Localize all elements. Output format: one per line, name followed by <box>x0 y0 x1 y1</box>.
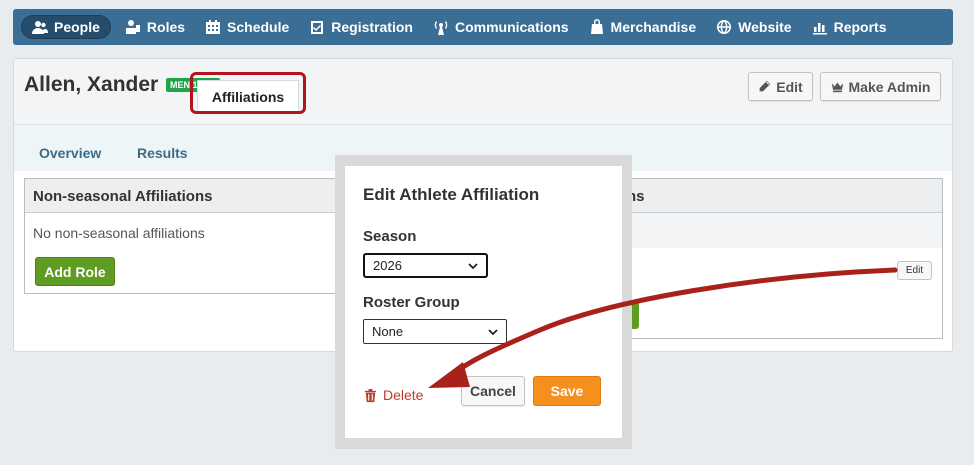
globe-icon <box>717 20 732 34</box>
seasonal-edit-button[interactable]: Edit <box>897 261 932 280</box>
nav-item-schedule[interactable]: Schedule <box>195 15 299 39</box>
seasonal-card: ns Edit <box>614 178 943 339</box>
seasonal-title: ns <box>615 179 942 213</box>
trash-icon <box>364 388 377 402</box>
dialog-title: Edit Athlete Affiliation <box>363 185 540 204</box>
nav-label: Schedule <box>227 19 290 35</box>
seasonal-row-shade <box>615 213 942 248</box>
tab-overview[interactable]: Overview <box>39 145 101 161</box>
roles-icon <box>125 20 140 34</box>
calendar-icon <box>206 20 221 34</box>
nav-item-people[interactable]: People <box>21 15 111 39</box>
nav-label: Roles <box>146 19 186 35</box>
bag-icon <box>590 19 603 34</box>
nav-item-merchandise[interactable]: Merchandise <box>579 15 707 39</box>
non-seasonal-title: Non-seasonal Affiliations <box>25 179 343 213</box>
chevron-down-icon <box>468 262 478 269</box>
save-button[interactable]: Save <box>533 376 601 406</box>
nav-label: Website <box>738 19 792 35</box>
delete-label: Delete <box>383 387 424 403</box>
roster-group-select[interactable]: None <box>363 319 507 344</box>
tab-results[interactable]: Results <box>137 145 188 161</box>
people-icon <box>32 21 48 34</box>
season-value: 2026 <box>373 258 402 273</box>
nav-item-reports[interactable]: Reports <box>802 15 897 39</box>
edit-label: Edit <box>776 78 803 95</box>
profile-header: Allen, Xander MEN 15-18 Edit Make Admin <box>14 59 952 125</box>
chevron-down-icon <box>488 328 498 335</box>
nav-label: People <box>54 19 100 35</box>
highlight-box <box>190 72 306 114</box>
season-label: Season <box>363 228 417 245</box>
nav-label: Merchandise <box>610 19 697 35</box>
cancel-button[interactable]: Cancel <box>461 376 525 406</box>
crown-icon <box>831 82 843 93</box>
non-seasonal-card: Non-seasonal Affiliations No non-seasona… <box>24 178 344 294</box>
make-admin-label: Make Admin <box>848 78 931 95</box>
season-select[interactable]: 2026 <box>363 253 488 278</box>
bar-chart-icon <box>812 23 827 35</box>
delete-button[interactable]: Delete <box>363 387 423 403</box>
roster-group-label: Roster Group <box>363 294 460 311</box>
nav-item-roles[interactable]: Roles <box>115 15 195 39</box>
nav-label: Registration <box>331 19 413 35</box>
nav-item-registration[interactable]: Registration <box>299 15 423 39</box>
edit-affiliation-dialog: Edit Athlete Affiliation Season 2026 Ros… <box>345 166 622 438</box>
athlete-name: Allen, Xander <box>24 73 159 96</box>
add-role-button[interactable]: Add Role <box>35 257 115 286</box>
nav-label: Reports <box>833 19 887 35</box>
nav-item-website[interactable]: Website <box>706 15 801 39</box>
nav-label: Communications <box>454 19 569 35</box>
nav-item-communications[interactable]: Communications <box>423 15 579 39</box>
checkbox-icon <box>311 21 324 34</box>
empty-state-text: No non-seasonal affiliations <box>33 225 205 241</box>
roster-group-value: None <box>372 324 404 339</box>
broadcast-icon <box>434 21 448 35</box>
edit-profile-button[interactable]: Edit <box>748 72 813 101</box>
top-nav: People Roles Schedule Registration Commu… <box>13 9 953 45</box>
pencil-icon <box>759 80 771 92</box>
make-admin-button[interactable]: Make Admin <box>820 72 941 101</box>
